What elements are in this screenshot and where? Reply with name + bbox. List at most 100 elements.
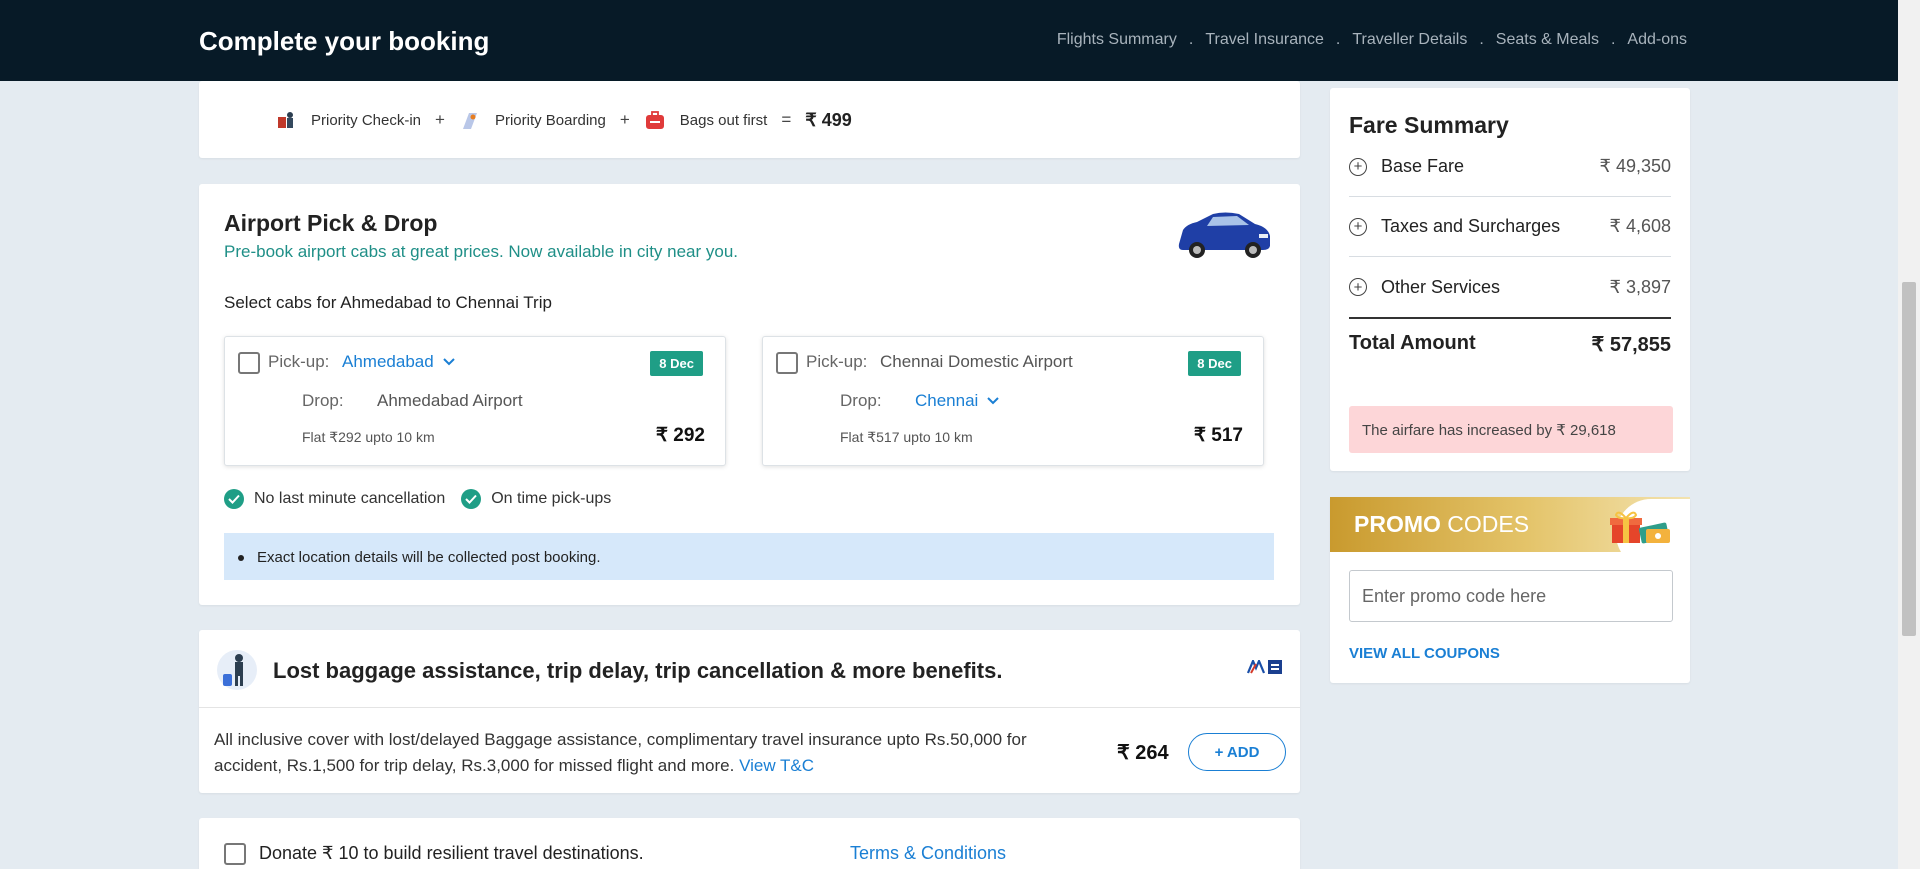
pickup-city-value: Ahmedabad — [342, 352, 434, 371]
step-separator: . — [1479, 31, 1484, 48]
view-tc-link[interactable]: View T&C — [739, 756, 814, 775]
airport-pick-drop-card: Airport Pick & Drop Pre-book airport cab… — [199, 184, 1300, 605]
fare-summary-card: Fare Summary + Base Fare ₹ 49,350 + Taxe… — [1330, 88, 1690, 471]
scrollbar-thumb[interactable] — [1902, 282, 1916, 636]
bag-icon — [644, 109, 666, 131]
view-all-coupons-link[interactable]: VIEW ALL COUPONS — [1349, 645, 1500, 662]
drop-label: Drop: — [840, 391, 882, 410]
donate-text: Donate ₹ 10 to build resilient travel de… — [259, 843, 644, 863]
cab-checkbox[interactable] — [776, 352, 798, 374]
fare-row-other-services[interactable]: + Other Services ₹ 3,897 — [1349, 257, 1671, 317]
drop-label: Drop: — [302, 391, 344, 410]
insurance-description-text: All inclusive cover with lost/delayed Ba… — [214, 730, 1027, 775]
total-amount-label: Total Amount — [1349, 332, 1476, 354]
promo-codes-card: PROMO CODES VIEW ALL COUPONS — [1330, 497, 1690, 683]
priority-boarding-label: Priority Boarding — [494, 111, 606, 129]
check-circle-icon — [461, 489, 482, 509]
plus-sign: + — [435, 110, 445, 129]
step-traveller-details[interactable]: Traveller Details — [1352, 31, 1467, 49]
add-insurance-button[interactable]: + ADD — [1188, 733, 1286, 771]
page-scrollbar[interactable] — [1898, 0, 1920, 869]
header-bar: Complete your booking Flights Summary . … — [0, 0, 1898, 81]
insurance-title: Lost baggage assistance, trip delay, tri… — [273, 658, 1003, 683]
airport-section-title: Airport Pick & Drop — [224, 210, 438, 236]
insurance-card: Lost baggage assistance, trip delay, tri… — [199, 630, 1300, 793]
pickup-label: Pick-up: — [806, 352, 868, 371]
total-amount-row: Total Amount ₹ 57,855 — [1349, 332, 1671, 357]
promo-title-bold: PROMO — [1354, 511, 1441, 537]
perk-label: On time pick-ups — [491, 490, 612, 507]
partner-logo-icon — [1268, 660, 1282, 674]
perk-item: No last minute cancellation — [224, 489, 445, 509]
total-divider — [1349, 317, 1671, 319]
booking-steps-nav: Flights Summary . Travel Insurance . Tra… — [1057, 31, 1687, 49]
fare-row-label: Taxes and Surcharges — [1381, 216, 1561, 236]
chevron-down-icon — [442, 358, 455, 366]
fare-increase-alert: The airfare has increased by ₹ 29,618 — [1349, 406, 1673, 453]
fare-summary-title: Fare Summary — [1349, 112, 1509, 138]
donate-card: Donate ₹ 10 to build resilient travel de… — [199, 818, 1300, 869]
insurance-description: All inclusive cover with lost/delayed Ba… — [214, 727, 1064, 779]
traveller-luggage-icon — [215, 648, 259, 697]
step-seats-meals[interactable]: Seats & Meals — [1496, 31, 1599, 49]
cab-date-badge: 8 Dec — [650, 351, 703, 376]
step-separator: . — [1335, 31, 1341, 48]
location-note: Exact location details will be collected… — [224, 533, 1274, 580]
gift-coupon-icon — [1610, 509, 1672, 550]
fare-row-label: Base Fare — [1381, 156, 1465, 176]
checkin-icon — [275, 109, 297, 131]
step-separator: . — [1610, 31, 1616, 48]
pickup-label: Pick-up: — [268, 352, 330, 371]
step-separator: . — [1188, 31, 1194, 48]
step-travel-insurance[interactable]: Travel Insurance — [1205, 31, 1324, 49]
fare-row-base-fare[interactable]: + Base Fare ₹ 49,350 — [1349, 137, 1671, 197]
cab-option-chennai: Pick-up: Chennai Domestic Airport 8 Dec … — [762, 336, 1264, 466]
fare-row-value: ₹ 3,897 — [1609, 276, 1672, 297]
airport-section-subtitle: Pre-book airport cabs at great prices. N… — [224, 242, 739, 261]
priority-services-row: Priority Check-in + Priority Boarding + … — [275, 109, 852, 131]
priority-services-card: Priority Check-in + Priority Boarding + … — [199, 81, 1300, 158]
boarding-icon — [459, 109, 481, 131]
flat-rate-text: Flat ₹292 upto 10 km — [302, 429, 435, 445]
drop-city-dropdown[interactable]: Chennai — [915, 391, 1000, 411]
insurance-price: ₹ 264 — [1117, 742, 1169, 764]
cab-checkbox[interactable] — [238, 352, 260, 374]
fare-row-label: Other Services — [1381, 276, 1501, 297]
drop-city-value: Chennai — [915, 391, 979, 410]
promo-title-rest: CODES — [1440, 511, 1530, 537]
drop-value: Ahmedabad Airport — [377, 391, 523, 410]
insurer-logo-icon — [1247, 660, 1265, 674]
cab-price: ₹ 292 — [655, 425, 705, 446]
priority-checkin-label: Priority Check-in — [311, 111, 422, 129]
fare-row-taxes[interactable]: + Taxes and Surcharges ₹ 4,608 — [1349, 197, 1671, 257]
perk-label: No last minute cancellation — [254, 490, 446, 507]
plus-circle-icon: + — [1349, 217, 1367, 236]
car-icon — [1173, 206, 1273, 266]
step-add-ons[interactable]: Add-ons — [1627, 31, 1687, 49]
promo-code-input[interactable] — [1349, 570, 1673, 622]
cab-perks: No last minute cancellation On time pick… — [224, 489, 615, 509]
fare-row-value: ₹ 49,350 — [1599, 156, 1671, 176]
pickup-value: Chennai Domestic Airport — [880, 352, 1073, 371]
plus-circle-icon: + — [1349, 157, 1367, 176]
terms-conditions-link[interactable]: Terms & Conditions — [850, 843, 1006, 864]
cab-date-badge: 8 Dec — [1188, 351, 1241, 376]
cab-option-ahmedabad: Pick-up: Ahmedabad 8 Dec Drop: Ahmedabad… — [224, 336, 726, 466]
plus-sign: + — [619, 110, 630, 129]
pickup-city-dropdown[interactable]: Ahmedabad — [342, 352, 456, 372]
flat-rate-text: Flat ₹517 upto 10 km — [840, 429, 973, 445]
promo-title: PROMO CODES — [1354, 511, 1529, 538]
priority-price: ₹ 499 — [805, 109, 852, 130]
page-title: Complete your booking — [199, 26, 490, 56]
equals-sign: = — [781, 110, 792, 129]
insurer-logos — [1247, 660, 1282, 674]
total-amount-value: ₹ 57,855 — [1591, 334, 1671, 356]
bags-out-first-label: Bags out first — [679, 111, 768, 129]
perk-item: On time pick-ups — [461, 489, 611, 509]
insurance-header: Lost baggage assistance, trip delay, tri… — [199, 630, 1300, 708]
plus-circle-icon: + — [1349, 278, 1367, 296]
donate-checkbox[interactable] — [224, 843, 246, 865]
cab-price: ₹ 517 — [1193, 425, 1243, 446]
step-flights-summary[interactable]: Flights Summary — [1057, 31, 1177, 49]
cab-select-label: Select cabs for Ahmedabad to Chennai Tri… — [224, 293, 552, 312]
